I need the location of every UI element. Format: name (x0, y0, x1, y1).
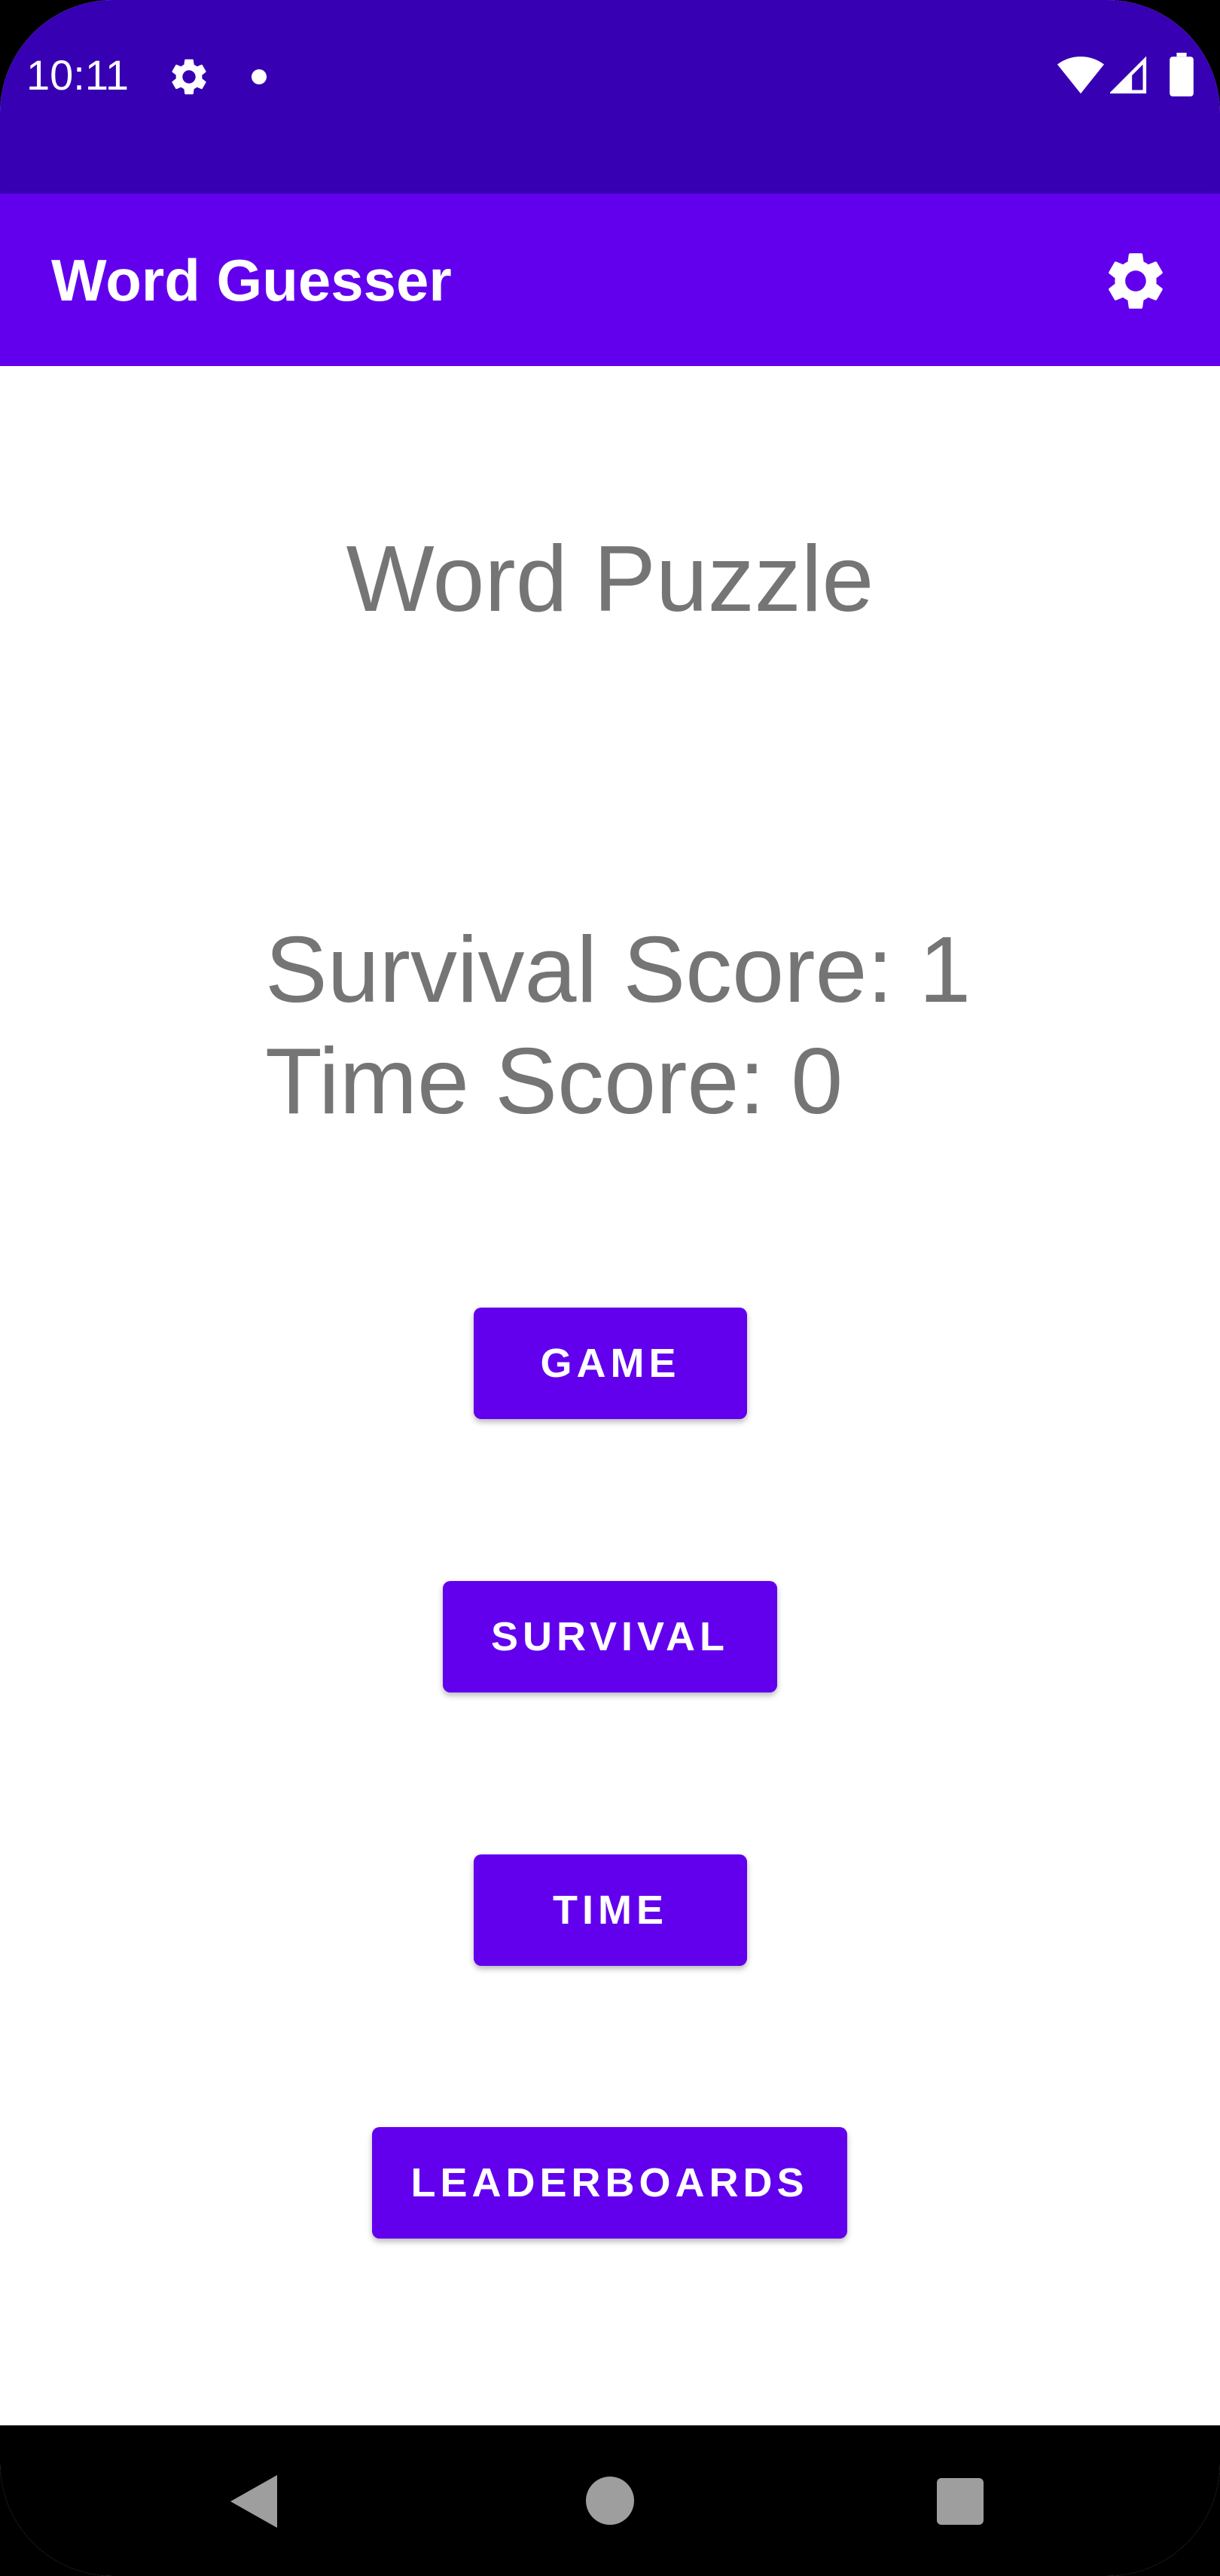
leaderboards-button[interactable]: LEADERBOARDS (372, 2127, 847, 2239)
wifi-icon (1057, 56, 1104, 94)
app-bar: Word Guesser (0, 194, 1220, 366)
back-icon[interactable] (230, 2475, 277, 2528)
recents-icon[interactable] (937, 2478, 984, 2525)
status-time: 10:11 (26, 51, 129, 99)
device-screen: 10:11 Word Guesser Word Puzzle Survival (0, 0, 1220, 2576)
survival-score: Survival Score: 1 (265, 918, 971, 1022)
app-title: Word Guesser (51, 247, 452, 313)
page-heading: Word Puzzle (346, 527, 874, 631)
battery-icon (1170, 53, 1194, 96)
game-button[interactable]: GAME (474, 1308, 747, 1419)
status-bar: 10:11 (0, 0, 1220, 194)
time-button[interactable]: TIME (474, 1854, 747, 1966)
navigation-bar (0, 2425, 1220, 2576)
notification-dot-icon (252, 69, 267, 84)
main-content: Word Puzzle Survival Score: 1 Time Score… (0, 366, 1220, 2425)
gear-icon (1109, 253, 1163, 309)
survival-button[interactable]: SURVIVAL (443, 1581, 777, 1692)
home-icon[interactable] (586, 2477, 634, 2525)
scores-block: Survival Score: 1 Time Score: 0 (265, 914, 971, 1137)
gear-icon (172, 59, 206, 95)
signal-icon (1110, 56, 1147, 94)
settings-button[interactable] (1101, 246, 1170, 316)
time-score: Time Score: 0 (265, 1030, 843, 1134)
